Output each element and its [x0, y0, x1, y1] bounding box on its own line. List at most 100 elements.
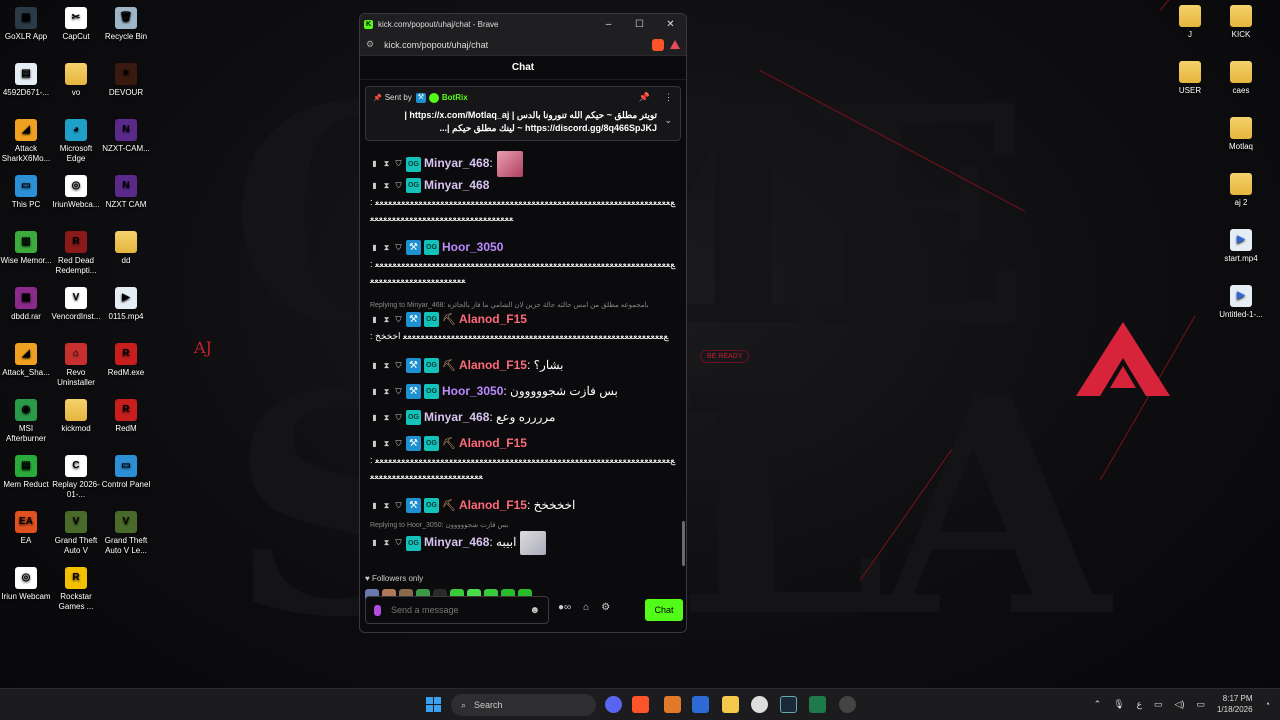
desktop-icon[interactable]: ✶ DEVOUR — [100, 63, 152, 98]
store-icon[interactable]: ⌂ — [583, 602, 589, 613]
app-icon[interactable] — [692, 696, 709, 713]
excel-icon[interactable] — [809, 696, 826, 713]
send-chat-button[interactable]: Chat — [645, 599, 683, 621]
bot-name[interactable]: BotRix — [442, 93, 468, 102]
chat-messages-area[interactable]: 📌 Sent by ⚒ BotRix 📌 ⋮ تويتر مطلق ~ حيكم… — [360, 81, 686, 568]
desktop-icon[interactable]: R Rockstar Games ... — [50, 567, 102, 612]
desktop-icon[interactable]: ◕ Microsoft Edge — [50, 119, 102, 164]
chat-username[interactable]: Alanod_F15 — [459, 498, 527, 512]
desktop-icon[interactable]: ◢ Attack_Sha... — [0, 343, 52, 378]
brave-shields-icon[interactable] — [652, 38, 664, 51]
desktop-icon[interactable]: ▭ Control Panel — [100, 455, 152, 490]
desktop-icon[interactable]: aj 2 — [1215, 173, 1267, 208]
chat-username[interactable]: Minyar_468 — [424, 410, 489, 424]
desktop-icon[interactable]: J — [1164, 5, 1216, 40]
desktop-icon[interactable]: ▤ Mem Reduct — [0, 455, 52, 490]
iriun-icon[interactable] — [751, 696, 768, 713]
message-input[interactable] — [391, 605, 511, 615]
desktop-icon[interactable]: ◉ MSI Afterburner — [0, 399, 52, 444]
discord-icon[interactable] — [605, 696, 622, 713]
chat-message[interactable]: ▮ ⧗ ⛉ OG Minyar_468: — [360, 151, 686, 177]
browser-window[interactable]: K kick.com/popout/uhaj/chat - Brave – ☐ … — [359, 13, 687, 633]
desktop-icon[interactable]: Motlaq — [1215, 117, 1267, 152]
desktop-icon[interactable]: ▩ dbdd.rar — [0, 287, 52, 322]
chat-username[interactable]: Minyar_468 — [424, 156, 489, 170]
clock[interactable]: 8:17 PM 1/18/2026 — [1217, 693, 1253, 715]
desktop-icon[interactable]: ▶ Untitled-1-... — [1215, 285, 1267, 320]
desktop-icon[interactable]: V Grand Theft Auto V — [50, 511, 102, 556]
message-input-box[interactable]: ☻ — [365, 596, 549, 624]
chevron-up-icon[interactable]: ⌃ — [1094, 699, 1102, 710]
desktop-icon[interactable]: N NZXT CAM — [100, 175, 152, 210]
desktop-icon[interactable]: ◎ Iriun Webcam — [0, 567, 52, 602]
url-text[interactable]: kick.com/popout/uhaj/chat — [384, 40, 488, 50]
address-bar[interactable]: ⚙ kick.com/popout/uhaj/chat — [360, 34, 686, 56]
desktop-icon[interactable]: ◢ Attack SharkX6Mo... — [0, 119, 52, 164]
chat-username[interactable]: Minyar_468 — [424, 535, 489, 549]
chat-username[interactable]: Alanod_F15 — [459, 312, 527, 326]
settings-gear-icon[interactable]: ⚙ — [601, 602, 610, 613]
points-icon[interactable]: ●∞ — [558, 602, 571, 613]
maximize-button[interactable]: ☐ — [624, 19, 655, 30]
microphone-tray-icon[interactable]: 🎙 — [1113, 699, 1124, 710]
desktop-icon[interactable]: ▭ This PC — [0, 175, 52, 210]
desktop-icon[interactable]: R RedM — [100, 399, 152, 434]
brave-icon[interactable] — [632, 696, 649, 713]
app-icon[interactable] — [664, 696, 681, 713]
site-settings-icon[interactable]: ⚙ — [366, 39, 374, 50]
desktop-icon[interactable]: ▦ GoXLR App — [0, 7, 52, 42]
volume-icon[interactable]: ◁) — [1175, 699, 1185, 710]
emoji-icon[interactable]: ☻ — [529, 605, 540, 616]
taskbar-search[interactable]: ⌕ Search — [451, 694, 596, 716]
desktop-icon[interactable]: ▶ 0115.mp4 — [100, 287, 152, 322]
chat-username[interactable]: Minyar_468 — [424, 178, 489, 192]
desktop-icon[interactable]: ◎ IriunWebca... — [50, 175, 102, 210]
chat-username[interactable]: Alanod_F15 — [459, 358, 527, 372]
chat-message[interactable]: Replying to Hoor_3050: بس فازت شجووووون ▮… — [360, 521, 686, 555]
chat-username[interactable]: Hoor_3050 — [442, 240, 503, 254]
scrollbar[interactable] — [682, 521, 685, 566]
pinned-text-line2[interactable]: https://discord.gg/8q466SpJKJ ~ لينك مطل… — [373, 122, 658, 135]
minimize-button[interactable]: – — [593, 19, 624, 30]
file-explorer-icon[interactable] — [722, 696, 739, 713]
reply-context[interactable]: Replying to Hoor_3050: بس فازت شجووووون — [360, 521, 686, 531]
windows-start-icon[interactable] — [426, 697, 441, 712]
desktop-icon[interactable]: KICK — [1215, 5, 1267, 40]
network-icon[interactable]: ▭ — [1154, 699, 1163, 710]
desktop-icon[interactable]: C Replay 2026-01-... — [50, 455, 102, 500]
desktop-icon[interactable]: V VencordInst... — [50, 287, 102, 322]
desktop-icon[interactable]: R RedM.exe — [100, 343, 152, 378]
chat-message[interactable]: ▮ ⧗ ⛉ ⚒ OG Hoor_3050: ﻊﻌﻌﻌﻌﻌﻌﻌﻌﻌﻌﻌﻌﻌﻌﻌﻌﻌﻌﻌﻌﻌﻌ… — [360, 239, 686, 288]
language-indicator[interactable]: ع — [1137, 699, 1142, 710]
close-button[interactable]: ✕ — [655, 19, 686, 30]
chevron-down-icon[interactable]: ⌄ — [664, 115, 672, 126]
desktop-icon[interactable]: vo — [50, 63, 102, 98]
desktop-icon[interactable]: ⌂ Revo Uninstaller — [50, 343, 102, 388]
pinned-text-line1[interactable]: تويتر مطلق ~ حيكم الله تنورونا بالدس | h… — [373, 109, 657, 122]
desktop-icon[interactable]: dd — [100, 231, 152, 266]
desktop-icon[interactable]: kickmod — [50, 399, 102, 434]
desktop-icon[interactable]: caes — [1215, 61, 1267, 96]
reply-context[interactable]: Replying to Minyar_468: بامجموعه مطلق من… — [360, 301, 686, 311]
steam-icon[interactable] — [780, 696, 797, 713]
chat-username[interactable]: Hoor_3050 — [442, 384, 503, 398]
chat-message[interactable]: ▮ ⧗ ⛉ OG Minyar_468: مرررره وعع — [360, 409, 686, 426]
desktop-icon[interactable]: R Red Dead Redempti... — [50, 231, 102, 276]
chat-message[interactable]: ▮ ⧗ ⛉ ⚒ OG ⛏ Alanod_F15: اخخخخخ — [360, 497, 686, 514]
desktop-icon[interactable]: 🗑 Recycle Bin — [100, 7, 152, 42]
chat-message[interactable]: ▮ ⧗ ⛉ ⚒ OG ⛏ Alanod_F15: بشار؟ — [360, 357, 686, 374]
more-options-icon[interactable]: ⋮ — [664, 92, 673, 103]
desktop-icon[interactable]: V Grand Theft Auto V Le... — [100, 511, 152, 556]
title-bar[interactable]: K kick.com/popout/uhaj/chat - Brave – ☐ … — [360, 14, 686, 34]
desktop-icon[interactable]: ▶ start.mp4 — [1215, 229, 1267, 264]
desktop-icon[interactable]: USER — [1164, 61, 1216, 96]
unpin-icon[interactable]: 📌 — [639, 92, 650, 103]
notifications-icon[interactable]: ◔ — [1265, 699, 1270, 709]
chat-username[interactable]: Alanod_F15 — [459, 436, 527, 450]
chat-message[interactable]: Replying to Minyar_468: بامجموعه مطلق من… — [360, 301, 686, 344]
battery-icon[interactable]: ▭ — [1196, 699, 1205, 710]
chat-message[interactable]: ▮ ⧗ ⛉ ⚒ OG Hoor_3050: بس فازت شجووووون — [360, 383, 686, 400]
chat-message[interactable]: ▮ ⧗ ⛉ OG Minyar_468: ﻊﻌﻌﻌﻌﻌﻌﻌﻌﻌﻌﻌﻌﻌﻌﻌﻌﻌﻌﻌﻌﻌﻌ… — [360, 177, 686, 226]
brave-rewards-icon[interactable] — [670, 40, 680, 49]
app-icon[interactable] — [839, 696, 856, 713]
